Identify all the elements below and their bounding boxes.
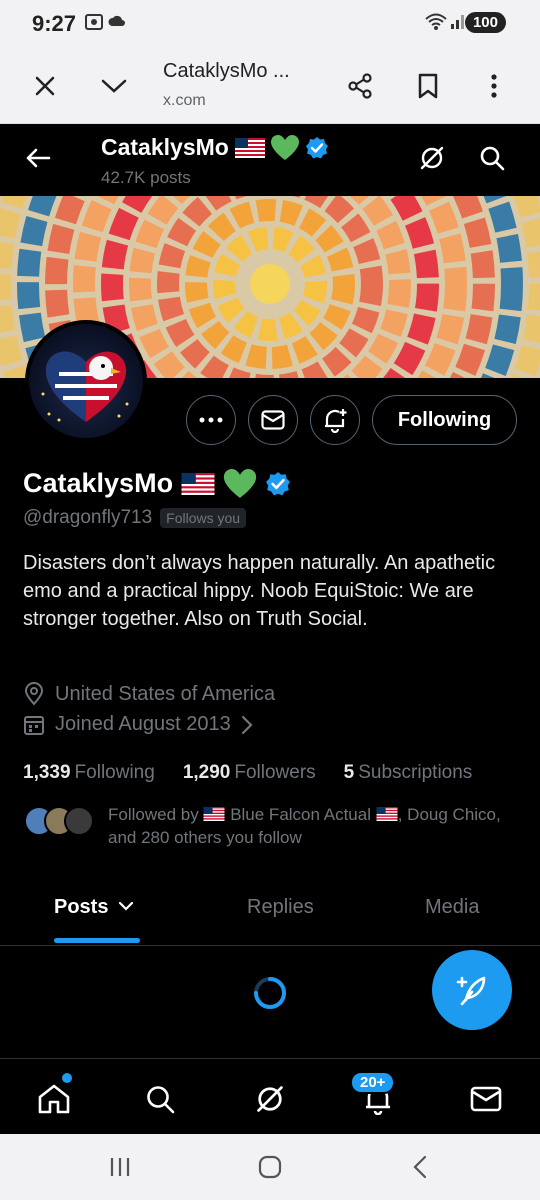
mail-icon bbox=[261, 410, 285, 430]
us-flag-icon bbox=[181, 472, 215, 495]
screenshot-icon bbox=[84, 12, 104, 37]
following-count[interactable]: 1,339 Following bbox=[23, 762, 155, 784]
nav-grok[interactable] bbox=[248, 1077, 292, 1121]
active-tab-indicator bbox=[54, 938, 140, 943]
home-circle-icon bbox=[258, 1155, 282, 1179]
follows-you-badge: Follows you bbox=[160, 508, 247, 528]
profile-name: CataklysMo bbox=[23, 468, 291, 499]
status-bar: 9:27 100 bbox=[0, 0, 540, 48]
home-icon bbox=[38, 1084, 70, 1114]
share-button[interactable] bbox=[338, 64, 382, 108]
location-pin-icon bbox=[24, 682, 44, 706]
loading-spinner bbox=[254, 977, 286, 1009]
home-button[interactable] bbox=[250, 1152, 290, 1182]
green-heart-icon bbox=[223, 468, 257, 498]
header-name: CataklysMo bbox=[101, 134, 329, 161]
more-options-button[interactable] bbox=[186, 395, 236, 445]
followed-by-text[interactable]: Followed by Blue Falcon Actual , Doug Ch… bbox=[108, 803, 508, 849]
back-chevron-icon bbox=[413, 1155, 427, 1179]
nav-search[interactable] bbox=[138, 1077, 182, 1121]
location-row: United States of America bbox=[23, 682, 275, 706]
followers-count[interactable]: 1,290 Followers bbox=[183, 762, 316, 784]
compose-feather-icon bbox=[456, 976, 486, 1006]
green-heart-icon bbox=[270, 134, 299, 160]
more-vertical-icon bbox=[491, 74, 497, 98]
avatar[interactable] bbox=[25, 320, 147, 442]
home-unread-dot bbox=[62, 1073, 72, 1083]
joined-row[interactable]: Joined August 2013 bbox=[23, 713, 253, 736]
post-count: 42.7K posts bbox=[101, 168, 191, 187]
notify-button[interactable] bbox=[310, 395, 360, 445]
arrow-left-icon bbox=[26, 148, 51, 168]
tab-replies[interactable]: Replies bbox=[247, 896, 314, 919]
system-navigation bbox=[0, 1134, 540, 1200]
joined-text: Joined August 2013 bbox=[55, 713, 231, 735]
nav-home[interactable] bbox=[32, 1077, 76, 1121]
search-button[interactable] bbox=[474, 140, 510, 176]
notifications-badge: 20+ bbox=[350, 1071, 396, 1094]
bookmark-button[interactable] bbox=[406, 64, 450, 108]
profile-handle-row: @dragonfly713 Follows you bbox=[23, 507, 247, 529]
chevron-down-icon bbox=[101, 79, 127, 93]
compose-button[interactable] bbox=[432, 950, 512, 1030]
profile-bio: Disasters don’t always happen naturally.… bbox=[23, 552, 496, 630]
us-flag-icon bbox=[234, 137, 265, 158]
more-horizontal-icon bbox=[199, 417, 223, 423]
bottom-navigation: 20+ bbox=[0, 1058, 540, 1134]
us-flag-icon bbox=[376, 807, 398, 821]
back-button[interactable] bbox=[18, 138, 58, 178]
close-icon bbox=[35, 76, 55, 96]
bookmark-icon bbox=[418, 73, 438, 99]
tab-posts[interactable]: Posts bbox=[54, 896, 134, 919]
following-button[interactable]: Following bbox=[372, 395, 517, 445]
grok-button[interactable] bbox=[414, 140, 450, 176]
share-icon bbox=[348, 73, 372, 99]
close-button[interactable] bbox=[23, 64, 67, 108]
page-url: x.com bbox=[163, 92, 206, 109]
recents-icon bbox=[110, 1158, 130, 1176]
location-text: United States of America bbox=[55, 682, 276, 705]
search-icon bbox=[480, 146, 505, 171]
signal-icon bbox=[450, 12, 466, 35]
avatar bbox=[64, 806, 94, 836]
menu-button[interactable] bbox=[472, 64, 516, 108]
verified-badge-icon bbox=[305, 136, 328, 158]
profile-handle: @dragonfly713 bbox=[23, 507, 153, 528]
us-flag-icon bbox=[203, 807, 225, 821]
cloud-icon bbox=[108, 12, 126, 35]
tab-media[interactable]: Media bbox=[425, 896, 479, 919]
nav-messages[interactable] bbox=[464, 1077, 508, 1121]
profile-tabs: Posts Replies Media bbox=[0, 880, 540, 946]
browser-toolbar: CataklysMo ... x.com bbox=[0, 48, 540, 124]
followed-by-avatars bbox=[24, 806, 94, 836]
back-nav-button[interactable] bbox=[400, 1152, 440, 1182]
grok-icon bbox=[257, 1086, 283, 1112]
grok-icon bbox=[420, 146, 444, 170]
verified-badge-icon bbox=[266, 471, 290, 495]
wifi-icon bbox=[424, 12, 448, 37]
chevron-right-icon bbox=[241, 715, 253, 734]
status-time: 9:27 bbox=[32, 11, 77, 36]
mail-icon bbox=[470, 1086, 502, 1112]
recent-apps-button[interactable] bbox=[100, 1152, 140, 1182]
subscriptions-count[interactable]: 5 Subscriptions bbox=[344, 762, 473, 784]
page-title: CataklysMo ... bbox=[163, 60, 290, 82]
bell-plus-icon bbox=[325, 409, 347, 433]
avatar-image bbox=[41, 351, 129, 422]
follow-counts: 1,339 Following 1,290 Followers 5 Subscript… bbox=[23, 762, 472, 784]
search-icon bbox=[147, 1086, 175, 1114]
chevron-down-icon bbox=[118, 901, 134, 911]
expand-button[interactable] bbox=[92, 64, 136, 108]
message-button[interactable] bbox=[248, 395, 298, 445]
profile-header-bar: CataklysMo 42.7K posts bbox=[0, 124, 540, 196]
calendar-icon bbox=[24, 715, 44, 735]
battery-indicator: 100 bbox=[464, 12, 506, 33]
